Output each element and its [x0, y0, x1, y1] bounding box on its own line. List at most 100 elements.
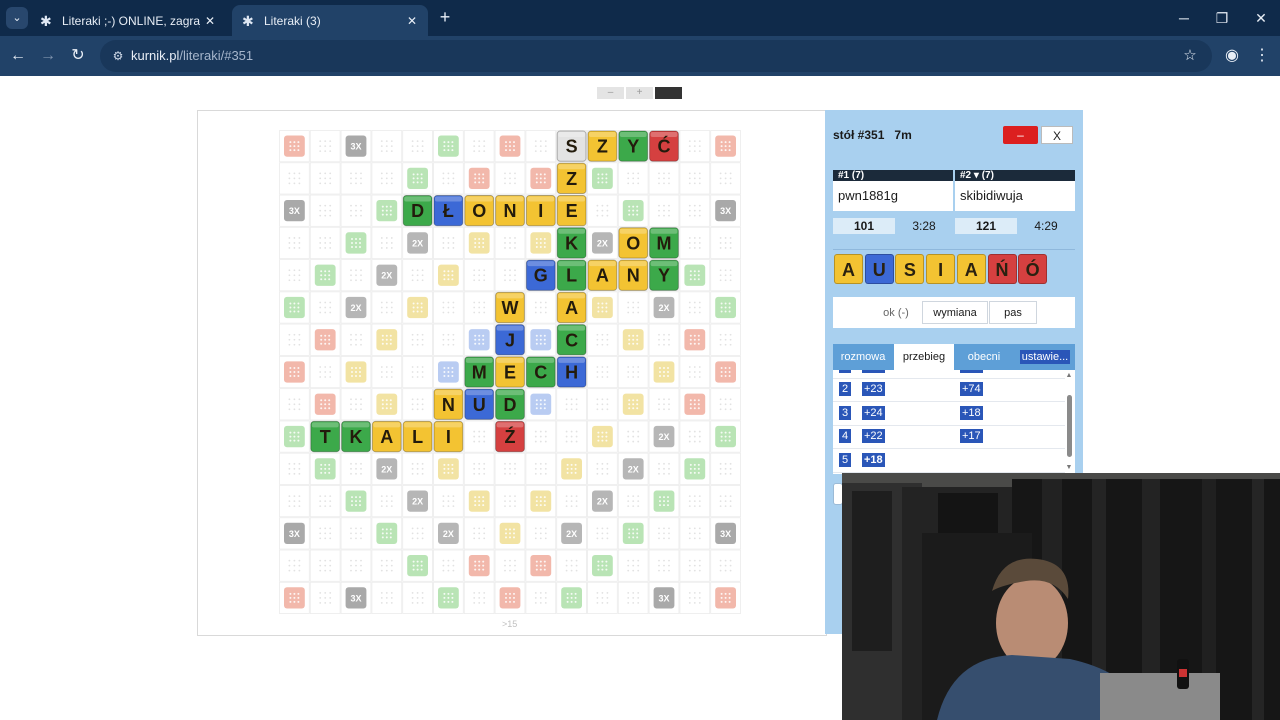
bonus-square[interactable]: [314, 458, 336, 480]
tab-chat[interactable]: rozmowa: [833, 344, 893, 370]
exchange-button[interactable]: wymiana: [922, 301, 988, 324]
minimize-table-button[interactable]: –: [1003, 126, 1038, 144]
restore-window-button[interactable]: ❐: [1204, 6, 1240, 30]
bonus-square[interactable]: [684, 329, 706, 351]
letter-tile[interactable]: G: [525, 259, 556, 291]
tab-game-log[interactable]: przebieg: [894, 344, 954, 370]
multiplier-square[interactable]: 2X: [407, 232, 428, 254]
letter-tile[interactable]: H: [556, 356, 587, 388]
bonus-square[interactable]: [345, 232, 367, 254]
letter-tile[interactable]: D: [495, 388, 525, 420]
letter-tile[interactable]: A: [587, 259, 618, 291]
scrollbar-thumb[interactable]: [1067, 395, 1072, 457]
rack-tile[interactable]: S: [895, 254, 925, 284]
bonus-square[interactable]: [653, 490, 675, 512]
bonus-square[interactable]: [314, 393, 336, 415]
browser-menu-icon[interactable]: ⋮: [1252, 44, 1272, 68]
bonus-square[interactable]: [314, 329, 336, 351]
bonus-square[interactable]: [622, 200, 644, 222]
tab-present[interactable]: obecni: [955, 344, 1013, 370]
profile-icon[interactable]: ◉: [1220, 44, 1244, 68]
bonus-square[interactable]: [284, 587, 305, 609]
letter-tile[interactable]: O: [618, 227, 649, 259]
new-tab-button[interactable]: +: [433, 6, 457, 30]
letter-tile[interactable]: L: [556, 259, 587, 291]
letter-tile[interactable]: A: [371, 420, 402, 453]
multiplier-square[interactable]: 3X: [345, 135, 367, 157]
bonus-square[interactable]: [376, 522, 398, 545]
scroll-down-icon[interactable]: ▼: [1064, 464, 1074, 471]
bonus-square[interactable]: [438, 264, 459, 286]
bonus-square[interactable]: [530, 555, 552, 577]
multiplier-square[interactable]: 2X: [653, 296, 675, 319]
letter-tile[interactable]: C: [556, 324, 587, 356]
close-table-button[interactable]: X: [1041, 126, 1073, 144]
bonus-square[interactable]: [592, 425, 613, 448]
letter-tile[interactable]: N: [618, 259, 649, 291]
bonus-square[interactable]: [715, 425, 736, 448]
bonus-square[interactable]: [715, 296, 736, 319]
bonus-square[interactable]: [530, 490, 552, 512]
bonus-square[interactable]: [530, 329, 552, 351]
bonus-square[interactable]: [684, 264, 706, 286]
rack-tile[interactable]: A: [956, 254, 986, 284]
bonus-square[interactable]: [561, 458, 582, 480]
rack-tile[interactable]: Ń: [987, 254, 1017, 284]
tab-close-icon[interactable]: ✕: [402, 14, 422, 28]
bonus-square[interactable]: [530, 167, 552, 190]
bonus-square[interactable]: [345, 490, 367, 512]
multiplier-square[interactable]: 3X: [715, 200, 736, 222]
multiplier-square[interactable]: 3X: [653, 587, 675, 609]
bonus-square[interactable]: [684, 458, 706, 480]
zoom-in-button[interactable]: +: [626, 87, 653, 99]
letter-tile[interactable]: U: [464, 388, 495, 420]
rack-tile[interactable]: U: [864, 254, 894, 284]
letter-tile[interactable]: E: [495, 356, 525, 388]
letter-tile[interactable]: Ć: [649, 130, 679, 162]
letter-tile[interactable]: N: [433, 388, 464, 420]
bonus-square[interactable]: [438, 135, 459, 157]
letter-tile[interactable]: C: [525, 356, 556, 388]
bonus-square[interactable]: [407, 167, 428, 190]
letter-tile[interactable]: Ź: [495, 420, 525, 453]
bonus-square[interactable]: [592, 296, 613, 319]
letter-tile[interactable]: Z: [556, 162, 587, 195]
letter-tile[interactable]: K: [556, 227, 587, 259]
letter-tile[interactable]: D: [402, 195, 433, 227]
bonus-square[interactable]: [499, 522, 521, 545]
bonus-square[interactable]: [592, 555, 613, 577]
letter-tile[interactable]: J: [495, 324, 525, 356]
letter-tile[interactable]: T: [310, 420, 341, 453]
bonus-square[interactable]: [314, 264, 336, 286]
bonus-square[interactable]: [468, 232, 490, 254]
bonus-square[interactable]: [468, 490, 490, 512]
close-window-button[interactable]: ✕: [1243, 6, 1279, 30]
bonus-square[interactable]: [284, 296, 305, 319]
player1-name[interactable]: pwn1881g: [833, 181, 953, 211]
rack-tile[interactable]: I: [926, 254, 956, 284]
bonus-square[interactable]: [592, 167, 613, 190]
bonus-square[interactable]: [622, 393, 644, 415]
bonus-square[interactable]: [561, 587, 582, 609]
multiplier-square[interactable]: 2X: [592, 232, 613, 254]
letter-tile[interactable]: O: [464, 195, 495, 227]
letter-tile[interactable]: I: [525, 195, 556, 227]
bonus-square[interactable]: [468, 167, 490, 190]
bonus-square[interactable]: [684, 393, 706, 415]
multiplier-square[interactable]: 3X: [345, 587, 367, 609]
bonus-square[interactable]: [499, 135, 521, 157]
multiplier-square[interactable]: 3X: [715, 522, 736, 545]
letter-tile[interactable]: Y: [618, 130, 649, 162]
site-info-icon[interactable]: ⚙: [108, 46, 128, 66]
multiplier-square[interactable]: 3X: [284, 200, 305, 222]
bonus-square[interactable]: [376, 393, 398, 415]
multiplier-square[interactable]: 2X: [407, 490, 428, 512]
letter-tile[interactable]: L: [402, 420, 433, 453]
player2-name[interactable]: skibidiwuja: [955, 181, 1075, 211]
bonus-square[interactable]: [653, 361, 675, 383]
bonus-square[interactable]: [715, 361, 736, 383]
letter-tile[interactable]: K: [341, 420, 371, 453]
bonus-square[interactable]: [407, 296, 428, 319]
bonus-square[interactable]: [407, 555, 428, 577]
tab-settings[interactable]: ustawie...: [1017, 344, 1073, 370]
